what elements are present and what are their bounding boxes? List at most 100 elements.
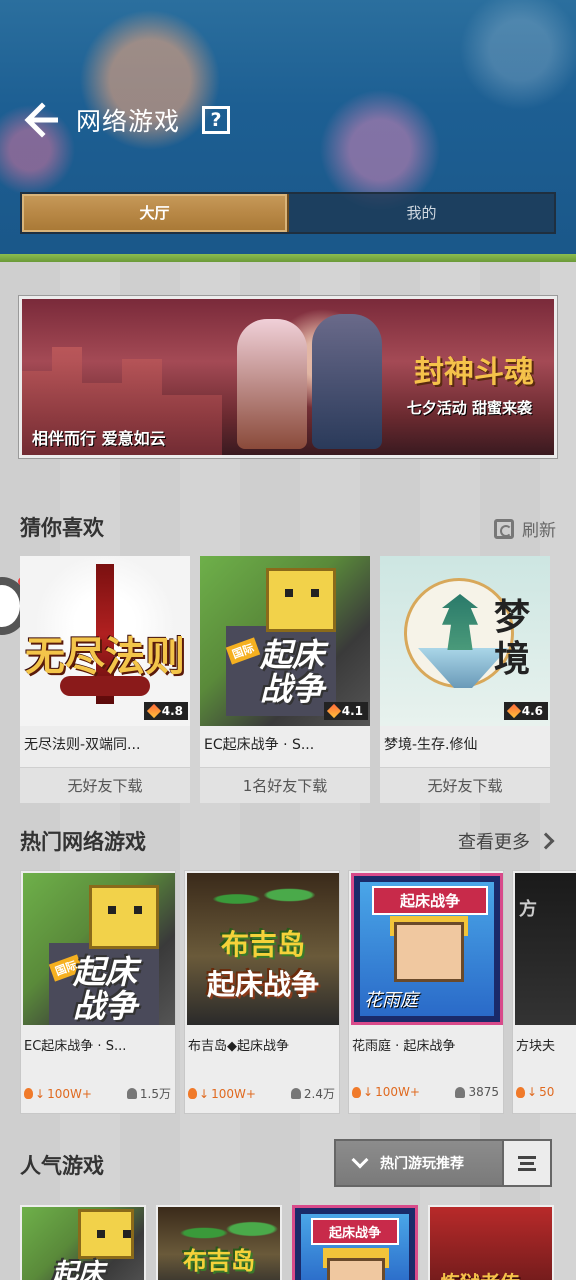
game-stats: ↓ 50 [516, 1085, 576, 1099]
game-card[interactable]: 布吉岛 [156, 1205, 282, 1280]
game-card[interactable]: 布吉岛 起床战争 布吉岛◆起床战争 ↓ 100W+ 2.4万 [184, 870, 340, 1114]
player-value: 2.4万 [303, 1087, 335, 1101]
banner-character [312, 314, 382, 449]
sort-dropdown[interactable]: 热门游玩推荐 [334, 1139, 552, 1187]
page-title: 网络游戏 [76, 107, 181, 136]
game-logo-text: 起床战争 [73, 953, 138, 1025]
tab-mine[interactable]: 我的 [289, 194, 554, 232]
game-name: 无尽法则-双端同... [24, 737, 141, 753]
back-arrow-icon[interactable] [22, 100, 62, 140]
sort-icon-bar [518, 1167, 536, 1171]
chevron-down-icon [351, 1151, 369, 1169]
refresh-label: 刷新 [522, 521, 556, 541]
friend-download-status: 无好友下载 [20, 767, 190, 803]
game-card[interactable]: 起床战争 [292, 1205, 418, 1280]
character-head-art [266, 568, 336, 632]
game-thumbnail: 国际 起床战争 [23, 873, 175, 1025]
game-name: 布吉岛◆起床战争 [188, 1039, 289, 1054]
game-logo-text: 无尽法则 [25, 633, 185, 680]
game-logo-text: 起床战争 [206, 968, 319, 1001]
player-value: 1.5万 [139, 1087, 171, 1101]
help-icon[interactable]: ? [202, 106, 230, 134]
game-logo-text: 起床 [52, 1259, 105, 1280]
palm-tree-art [197, 879, 329, 919]
rating-badge: 4.1 [323, 702, 368, 720]
fire-icon [516, 1086, 525, 1098]
game-thumbnail: 国际 起床战争 [200, 556, 370, 726]
sort-order-button[interactable] [502, 1141, 550, 1185]
person-icon [455, 1086, 466, 1098]
banner-title: 封神斗魂 [414, 355, 534, 390]
game-logo-text: 起床战争 [372, 886, 488, 915]
character-face-art [327, 1258, 385, 1280]
game-card[interactable]: 起床 [20, 1205, 146, 1280]
popular-card-list: 起床 布吉岛 起床战争 炼狱者传 [20, 1205, 554, 1280]
game-name: 梦境-生存.修仙 [384, 737, 478, 753]
section-title-hot: 热门网络游戏 [20, 830, 146, 854]
view-more-button[interactable]: 查看更多 [458, 828, 555, 854]
fire-icon [188, 1088, 197, 1099]
game-thumbnail: 起床战争 花雨庭 [351, 873, 503, 1025]
banner-character [237, 319, 307, 449]
download-count: ↓ 50 [516, 1085, 554, 1099]
game-logo-text: 梦境 [494, 596, 531, 680]
game-thumbnail: 布吉岛 起床战争 [187, 873, 339, 1025]
refresh-button[interactable]: 刷新 [494, 516, 556, 541]
friend-download-status: 1名好友下载 [200, 767, 370, 803]
rating-badge: 4.6 [503, 702, 548, 720]
character-head-art [78, 1209, 134, 1259]
sort-icon-bar [520, 1161, 534, 1165]
tab-lobby[interactable]: 大厅 [22, 194, 289, 232]
game-name: EC起床战争 · S... [204, 737, 315, 753]
rating-icon [506, 703, 521, 719]
fire-icon [352, 1086, 361, 1098]
game-card[interactable]: 梦境 4.6 梦境-生存.修仙 无好友下载 [380, 556, 550, 803]
banner-subtitle: 七夕活动 甜蜜来袭 [406, 399, 532, 417]
banner-slogan: 相伴而行 爱意如云 [32, 429, 166, 448]
download-value: 50 [539, 1085, 555, 1099]
game-card[interactable]: 国际 起床战争 EC起床战争 · S... ↓ 100W+ 1.5万 [20, 870, 176, 1114]
game-stats: ↓ 100W+ 3875 [352, 1085, 499, 1099]
download-count: ↓ 100W+ [188, 1085, 256, 1102]
view-more-label: 查看更多 [458, 832, 530, 853]
game-card[interactable]: 国际 起床战争 4.1 EC起床战争 · S... 1名好友下载 [200, 556, 370, 803]
dropdown-label: 热门游玩推荐 [380, 1156, 464, 1172]
game-card[interactable]: 起床战争 花雨庭 花雨庭 · 起床战争 ↓ 100W+ 3875 [348, 870, 504, 1114]
rating-icon [146, 703, 161, 719]
game-name: 花雨庭 · 起床战争 [352, 1039, 456, 1054]
game-card[interactable]: 方 方块夫 ↓ 50 [512, 870, 576, 1114]
game-logo-text: 起床战争 [311, 1218, 399, 1245]
rating-badge: 4.8 [143, 702, 188, 720]
dropdown-toggle[interactable]: 热门游玩推荐 [336, 1141, 502, 1185]
promo-banner[interactable]: 封神斗魂 七夕活动 甜蜜来袭 相伴而行 爱意如云 [19, 296, 557, 458]
download-count: ↓ 100W+ [352, 1085, 420, 1099]
player-count: 1.5万 [126, 1085, 171, 1102]
header: 网络游戏 ? 大厅 我的 [0, 0, 576, 262]
download-count: ↓ 100W+ [24, 1085, 92, 1102]
game-stats: ↓ 100W+ 2.4万 [188, 1085, 335, 1102]
rating-value: 4.8 [161, 704, 183, 718]
person-icon [290, 1088, 301, 1099]
person-icon [126, 1088, 137, 1099]
player-value: 3875 [468, 1085, 499, 1099]
game-logo-text: 布吉岛 [220, 928, 305, 961]
download-value: 100W+ [211, 1086, 256, 1101]
game-card[interactable]: 炼狱者传 [428, 1205, 554, 1280]
rating-value: 4.1 [341, 704, 363, 718]
refresh-icon [494, 518, 514, 539]
game-card[interactable]: 无尽法则 4.8 无尽法则-双端同... 无好友下载 [20, 556, 190, 803]
fire-icon [24, 1088, 33, 1099]
game-thumbnail: 无尽法则 [20, 556, 190, 726]
character-head-art [89, 885, 159, 949]
hot-card-list: 国际 起床战争 EC起床战争 · S... ↓ 100W+ 1.5万 布吉岛 起床… [20, 870, 576, 1114]
game-logo-text: 方 [519, 899, 537, 920]
sort-icon [518, 1155, 536, 1159]
main-content: 封神斗魂 七夕活动 甜蜜来袭 相伴而行 爱意如云 猜你喜欢 刷新 无尽法则 4.… [0, 262, 576, 1280]
game-thumbnail: 梦境 [380, 556, 550, 726]
player-count: 2.4万 [290, 1085, 335, 1102]
game-logo-signature: 花雨庭 [364, 990, 418, 1011]
chevron-right-icon [537, 832, 555, 850]
download-value: 100W+ [375, 1085, 420, 1099]
rating-icon [326, 703, 341, 719]
game-thumbnail: 方 [515, 873, 576, 1025]
